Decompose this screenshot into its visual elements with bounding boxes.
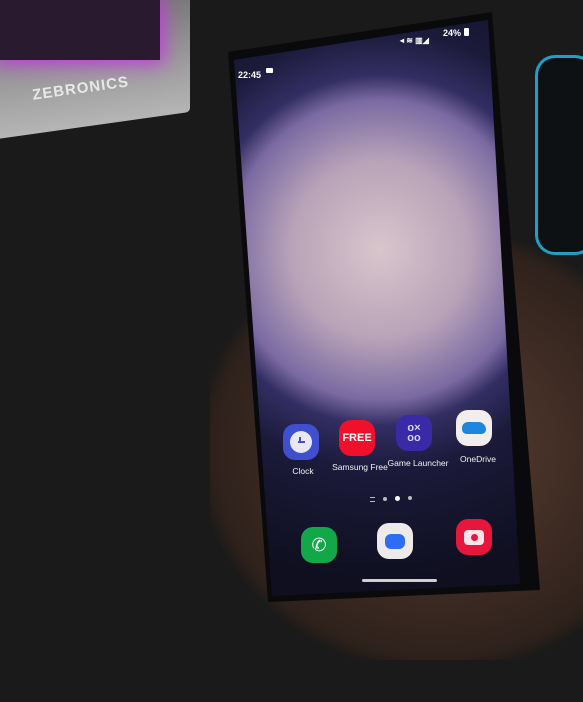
game-launcher-icon: o× oo bbox=[407, 422, 421, 444]
app-label-samsung-free: Samsung Free bbox=[332, 462, 388, 472]
app-label-clock: Clock bbox=[292, 466, 314, 476]
app-onedrive[interactable] bbox=[456, 410, 492, 446]
page-dot-1[interactable] bbox=[383, 497, 387, 501]
dock-camera[interactable] bbox=[456, 519, 492, 555]
signal-wifi-icon: ◂ ≋ ▥◢ bbox=[400, 36, 429, 45]
dock-phone[interactable]: ✆ bbox=[301, 527, 337, 563]
gesture-nav-bar[interactable] bbox=[362, 579, 437, 582]
app-label-onedrive: OneDrive bbox=[460, 454, 496, 464]
battery-icon bbox=[464, 28, 469, 36]
dock-messages[interactable] bbox=[377, 523, 413, 559]
page-dot-3[interactable] bbox=[408, 496, 412, 500]
gaming-mouse bbox=[535, 55, 583, 255]
clock-icon bbox=[290, 431, 312, 453]
phone-icon: ✆ bbox=[311, 534, 327, 555]
app-clock[interactable] bbox=[283, 424, 319, 460]
app-game-launcher[interactable]: o× oo bbox=[396, 415, 432, 451]
messages-icon bbox=[385, 533, 405, 549]
app-label-game-launcher: Game Launcher bbox=[387, 458, 449, 468]
onedrive-icon bbox=[462, 422, 486, 434]
app-samsung-free[interactable]: FREE bbox=[339, 420, 375, 456]
page-dot-2-active[interactable] bbox=[395, 496, 400, 501]
samsung-free-icon: FREE bbox=[342, 432, 372, 444]
battery-percent: 24% bbox=[443, 28, 462, 38]
notification-icon bbox=[266, 68, 273, 73]
status-time: 22:45 bbox=[238, 70, 262, 80]
home-indicator-icon[interactable] bbox=[370, 497, 375, 502]
keyboard-keys bbox=[0, 0, 160, 60]
camera-icon bbox=[464, 529, 484, 545]
